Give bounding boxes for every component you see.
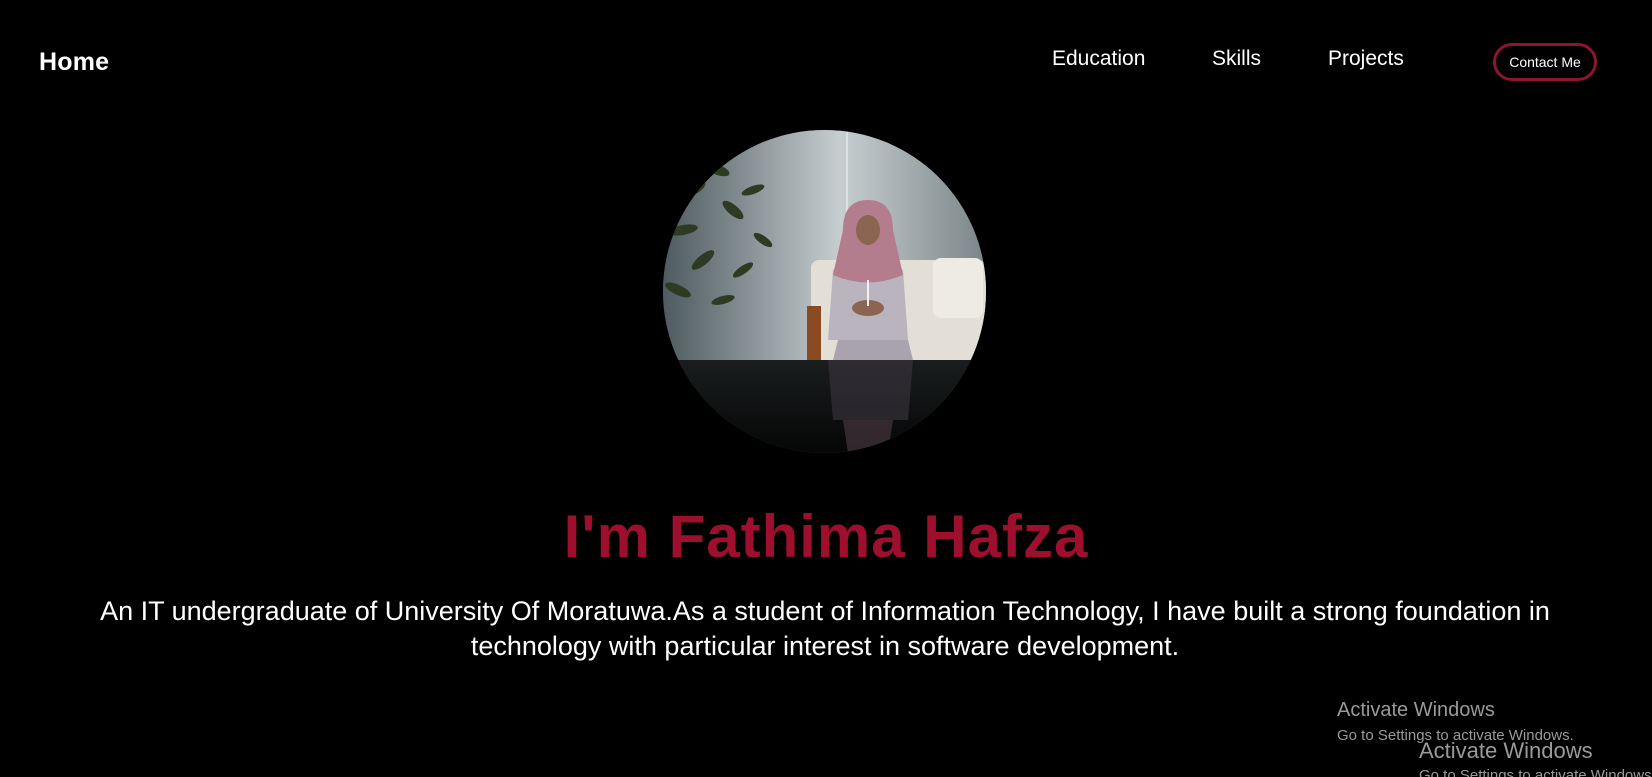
portfolio-page: Home Education Skills Projects Contact M… (0, 0, 1652, 777)
contact-me-button[interactable]: Contact Me (1493, 43, 1597, 81)
hero-description: An IT undergraduate of University Of Mor… (100, 596, 1550, 661)
nav-link-skills[interactable]: Skills (1212, 47, 1261, 71)
nav-link-education[interactable]: Education (1052, 47, 1145, 71)
windows-activation-title: Activate Windows (1337, 699, 1495, 721)
windows-activation-subtitle-duplicate: Go to Settings to activate Windows. (1419, 767, 1652, 777)
nav-link-projects[interactable]: Projects (1328, 47, 1404, 71)
hero-name-heading: I'm Fathima Hafza (563, 503, 1089, 570)
profile-photo-illustration (663, 130, 986, 453)
windows-activation-title-duplicate: Activate Windows (1419, 738, 1593, 763)
nav-home-link[interactable]: Home (39, 48, 109, 77)
profile-photo (663, 130, 986, 453)
